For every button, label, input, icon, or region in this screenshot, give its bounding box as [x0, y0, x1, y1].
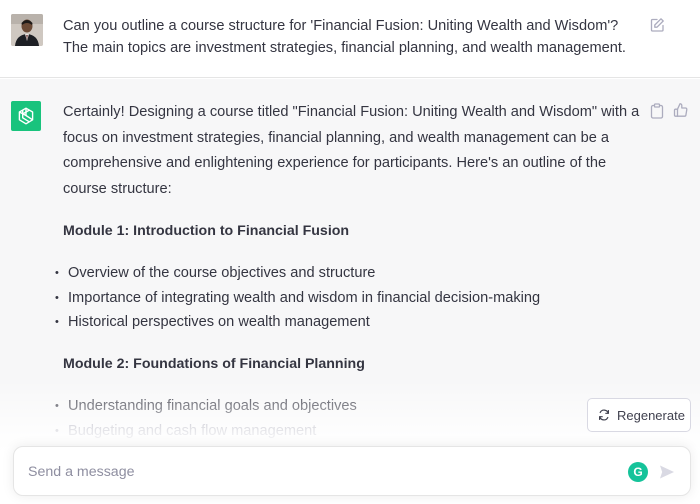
assistant-intro-text: Certainly! Designing a course titled "Fi… — [63, 104, 640, 197]
message-composer: G — [13, 446, 691, 496]
user-avatar — [11, 14, 43, 46]
send-icon[interactable] — [657, 462, 677, 482]
regenerate-button[interactable]: Regenerate — [587, 398, 691, 432]
grammarly-icon[interactable]: G — [628, 462, 648, 482]
module-heading: Module 1: Introduction to Financial Fusi… — [63, 223, 350, 239]
list-item: Importance of integrating wealth and wis… — [55, 286, 643, 311]
user-message-text: Can you outline a course structure for '… — [63, 18, 626, 56]
module-item-list: Understanding financial goals and object… — [55, 394, 643, 443]
list-item: Historical perspectives on wealth manage… — [55, 310, 643, 335]
edit-icon[interactable] — [649, 17, 665, 33]
list-item: Overview of the course objectives and st… — [55, 261, 643, 286]
openai-logo-icon — [11, 101, 41, 131]
thumbs-up-icon[interactable] — [673, 102, 689, 118]
message-input[interactable] — [28, 462, 608, 482]
module-heading: Module 2: Foundations of Financial Plann… — [63, 356, 365, 373]
user-message-row: Can you outline a course structure for '… — [0, 0, 700, 78]
assistant-message-content: Certainly! Designing a course titled "Fi… — [55, 100, 643, 444]
module-item-list: Overview of the course objectives and st… — [55, 261, 643, 335]
refresh-icon — [599, 409, 609, 421]
grammarly-letter: G — [633, 465, 643, 479]
list-item: Understanding financial goals and object… — [55, 394, 643, 419]
assistant-message-row: Certainly! Designing a course titled "Fi… — [0, 79, 700, 504]
clipboard-icon[interactable] — [650, 103, 664, 119]
regenerate-label: Regenerate — [617, 407, 685, 423]
list-item: Budgeting and cash flow management — [55, 419, 643, 444]
